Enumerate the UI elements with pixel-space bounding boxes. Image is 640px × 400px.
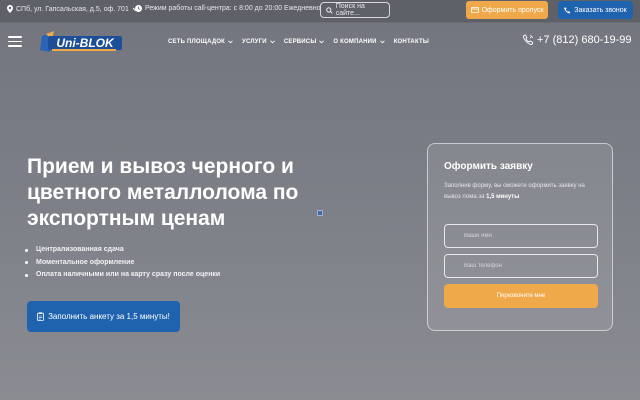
nav-item-label: СЕТЬ ПЛОЩАДОК: [168, 39, 226, 45]
work-hours: Режим работы call-центра: с 8:00 до 20:0…: [135, 5, 320, 12]
nav-item-label: О КОМПАНИИ: [333, 39, 377, 45]
search-icon: [326, 6, 333, 14]
nav-item-sites[interactable]: СЕТЬ ПЛОЩАДОК: [168, 39, 233, 45]
top-bar: СПб, ул. Гапсальская, д.5, оф. 701 Режим…: [0, 0, 640, 23]
phone-icon: [523, 34, 534, 45]
chevron-down-icon: [379, 40, 385, 44]
order-pass-button[interactable]: Оформить пропуск: [466, 1, 548, 19]
form-title: Оформить заявку: [444, 161, 533, 172]
logo[interactable]: Uni-BLOK: [38, 30, 124, 54]
phone-number: +7 (812) 680-19-99: [537, 34, 632, 46]
logo-text: Uni-BLOK: [56, 36, 115, 50]
work-hours-text: Режим работы call-центра: с 8:00 до 20:0…: [145, 5, 321, 12]
nav-item-contacts[interactable]: КОНТАКТЫ: [394, 39, 429, 45]
request-call-button[interactable]: Заказать звонок: [558, 1, 633, 19]
list-item: Централизованная сдача: [22, 244, 220, 257]
address-selector[interactable]: СПб, ул. Гапсальская, д.5, оф. 701: [7, 5, 142, 13]
phone-field[interactable]: [444, 254, 598, 278]
nav-item-about[interactable]: О КОМПАНИИ: [333, 39, 385, 45]
callback-button[interactable]: Перезвоните мне: [444, 284, 598, 308]
phone-link[interactable]: +7 (812) 680-19-99: [523, 34, 631, 46]
search-placeholder: Поиск на сайте...: [335, 3, 365, 17]
card-icon: [470, 7, 479, 13]
request-call-label: Заказать звонок: [574, 6, 627, 14]
list-item: Моментальное оформление: [22, 257, 220, 270]
nav-item-label: СЕРВИСЫ: [283, 39, 317, 45]
benefits-list: Централизованная сдача Моментальное офор…: [22, 244, 220, 282]
nav-item-label: УСЛУГИ: [242, 39, 267, 45]
form-description: Заполнив форму, вы сможете оформить заяв…: [444, 181, 594, 203]
address-text: СПб, ул. Гапсальская, д.5, оф. 701: [16, 5, 129, 13]
form-description-highlight: 1,5 минуты: [486, 194, 520, 200]
request-form: Оформить заявку Заполнив форму, вы сможе…: [427, 143, 613, 331]
nav-item-label: КОНТАКТЫ: [393, 39, 429, 45]
menu-icon[interactable]: [8, 36, 22, 47]
nav-item-services[interactable]: УСЛУГИ: [242, 39, 275, 45]
clock-icon: [135, 5, 142, 12]
location-icon: [7, 5, 13, 13]
nav-item-tools[interactable]: СЕРВИСЫ: [284, 39, 325, 45]
search-input[interactable]: Поиск на сайте...: [320, 2, 390, 18]
list-item: Оплата наличными или на карту сразу посл…: [22, 269, 220, 282]
clipboard-icon: [37, 312, 44, 321]
hero-title: Прием и вывоз черного и цветного металло…: [27, 155, 299, 230]
phone-icon: [564, 6, 571, 13]
chevron-down-icon: [319, 40, 325, 44]
chevron-down-icon: [228, 40, 233, 44]
name-field[interactable]: [444, 224, 598, 248]
fill-form-label: Заполнить анкету за 1,5 минуты!: [48, 312, 170, 321]
chevron-down-icon: [270, 40, 275, 44]
callback-label: Перезвоните мне: [496, 293, 546, 299]
order-pass-label: Оформить пропуск: [481, 6, 544, 14]
help-icon: [317, 210, 323, 216]
main-nav: СЕТЬ ПЛОЩАДОК УСЛУГИ СЕРВИСЫ О КОМПАНИИ …: [168, 39, 438, 45]
fill-form-button[interactable]: Заполнить анкету за 1,5 минуты!: [27, 301, 180, 332]
